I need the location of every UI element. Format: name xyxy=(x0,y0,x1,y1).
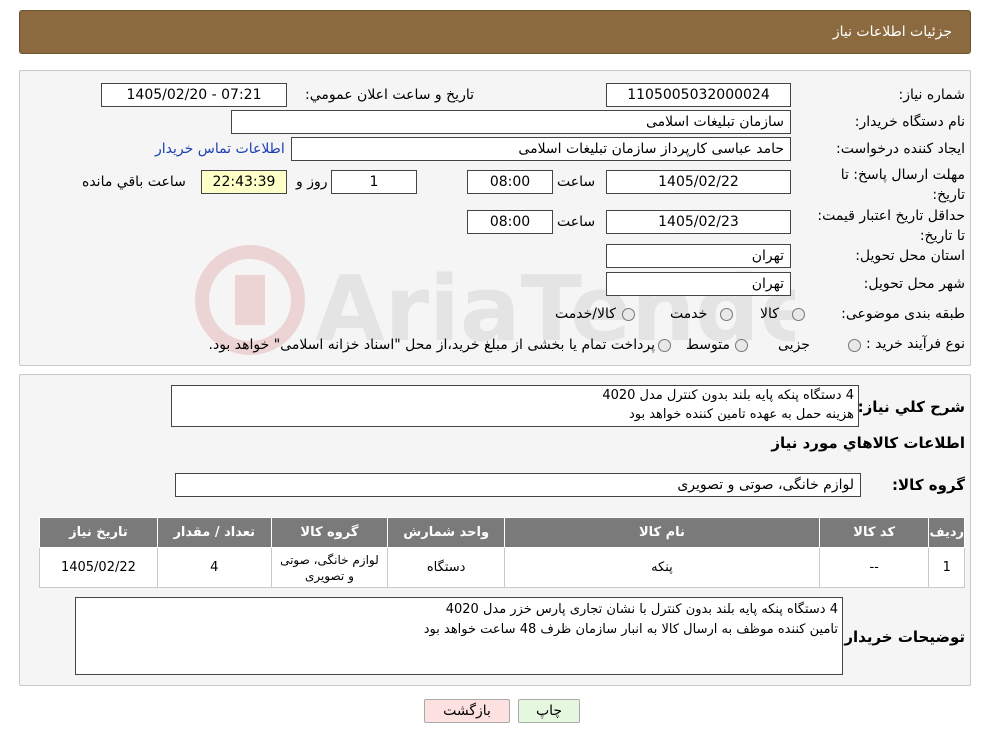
validity-label: حداقل تاريخ اعتبار قيمت: تا تاریخ: xyxy=(817,208,965,244)
goods-info-title: اطلاعات کالاهاي مورد نياز xyxy=(771,434,965,452)
header-item-name: نام کالا xyxy=(504,517,820,548)
process-radio-minor[interactable] xyxy=(848,339,861,352)
buyer-notes-line-1: 4 دستگاه پنکه پایه بلند بدون کنترل با نش… xyxy=(445,602,838,617)
announce-field: 1405/02/20 - 07:21 xyxy=(101,83,287,107)
back-button[interactable]: بازگشت xyxy=(424,699,510,723)
process-note: پرداخت تمام یا بخشی از مبلغ خرید،از محل … xyxy=(208,337,655,353)
process-label: نوع فرآیند خرید : xyxy=(866,336,965,352)
validity-date-field: 1405/02/23 xyxy=(606,210,791,234)
goods-group-label: گروه کالا: xyxy=(892,476,965,494)
category-option-service: خدمت xyxy=(670,306,708,322)
deadline-date-field: 1405/02/22 xyxy=(606,170,791,194)
cell-item-group: لوازم خانگی، صوتی و تصویری xyxy=(270,547,389,588)
process-radio-medium[interactable] xyxy=(735,339,748,352)
buyer-contact-link[interactable]: اطلاعات تماس خریدار xyxy=(155,141,285,157)
header-bar: جزئيات اطلاعات نياز xyxy=(19,10,971,54)
category-radio-goods-service[interactable] xyxy=(622,308,635,321)
category-option-goods: کالا xyxy=(760,306,779,322)
summary-textarea: 4 دستگاه پنکه پایه بلند بدون کنترل مدل 4… xyxy=(171,385,859,427)
announce-label: تاريخ و ساعت اعلان عمومي: xyxy=(305,87,474,103)
requester-label: ایجاد کننده درخواست: xyxy=(836,141,965,157)
table-row: 1 -- پنکه دستگاه لوازم خانگی، صوتی و تصو… xyxy=(39,547,965,588)
validity-time-field: 08:00 xyxy=(467,210,553,234)
header-item-group: گروه کالا xyxy=(270,517,389,548)
header-unit: واحد شمارش xyxy=(387,517,506,548)
buyer-notes-label: توضیحات خریدار: xyxy=(838,628,965,646)
goods-group-field: لوازم خانگی، صوتی و تصویری xyxy=(175,473,861,497)
header-quantity: تعداد / مقدار xyxy=(156,517,272,548)
requester-field: حامد عباسی کارپرداز سازمان تبلیغات اسلام… xyxy=(291,137,791,161)
category-option-goods-service: کالا/خدمت xyxy=(555,306,616,322)
summary-label: شرح کلي نياز: xyxy=(857,398,965,416)
treasury-checkbox[interactable] xyxy=(658,339,671,352)
cell-item-name: پنکه xyxy=(504,547,820,588)
goods-table-wrap: رديف کد کالا نام کالا واحد شمارش گروه کا… xyxy=(39,517,965,588)
header-item-code: کد کالا xyxy=(818,517,930,548)
goods-table: رديف کد کالا نام کالا واحد شمارش گروه کا… xyxy=(39,517,965,588)
city-label: شهر محل تحویل: xyxy=(863,276,965,292)
cell-unit: دستگاه xyxy=(387,547,506,588)
summary-line-1: 4 دستگاه پنکه پایه بلند بدون کنترل مدل 4… xyxy=(602,388,854,403)
buyer-org-field: سازمان تبلیغات اسلامی xyxy=(231,110,791,134)
need-number-label: شماره نیاز: xyxy=(898,87,966,103)
validity-time-label: ساعت xyxy=(557,214,596,230)
process-option-minor: جزیی xyxy=(778,337,810,353)
need-number-field: 1105005032000024 xyxy=(606,83,791,107)
province-field: تهران xyxy=(606,244,791,268)
cell-quantity: 4 xyxy=(156,547,272,588)
cell-row-index: 1 xyxy=(928,547,965,588)
province-label: استان محل تحویل: xyxy=(855,248,965,264)
remaining-timer: 22:43:39 xyxy=(201,170,287,194)
category-radio-service[interactable] xyxy=(720,308,733,321)
buyer-notes-line-2: تامین کننده موظف به ارسال کالا به انبار … xyxy=(423,622,838,637)
deadline-label: مهلت ارسال پاسخ: تا تاریخ: xyxy=(840,167,965,203)
table-header-row: رديف کد کالا نام کالا واحد شمارش گروه کا… xyxy=(39,517,965,548)
header-row-index: رديف xyxy=(928,517,965,548)
process-option-medium: متوسط xyxy=(686,337,730,353)
deadline-time-field: 08:00 xyxy=(467,170,553,194)
category-radio-goods[interactable] xyxy=(792,308,805,321)
page-title: جزئيات اطلاعات نياز xyxy=(832,24,952,40)
deadline-time-label: ساعت xyxy=(557,174,596,190)
days-field: 1 xyxy=(331,170,417,194)
summary-line-2: هزینه حمل به عهده تامین کننده خواهد بود xyxy=(628,407,854,422)
category-label: طبقه بندی موضوعی: xyxy=(841,306,965,322)
city-field: تهران xyxy=(606,272,791,296)
cell-item-code: -- xyxy=(818,547,930,588)
buyer-notes-textarea: 4 دستگاه پنکه پایه بلند بدون کنترل با نش… xyxy=(75,597,843,675)
remaining-label: ساعت باقي مانده xyxy=(82,174,186,190)
buyer-org-label: نام دستگاه خریدار: xyxy=(854,114,965,130)
header-need-date: تاريخ نياز xyxy=(39,517,158,548)
print-button[interactable]: چاپ xyxy=(518,699,580,723)
days-label: روز و xyxy=(296,174,328,190)
cell-need-date: 1405/02/22 xyxy=(39,547,158,588)
